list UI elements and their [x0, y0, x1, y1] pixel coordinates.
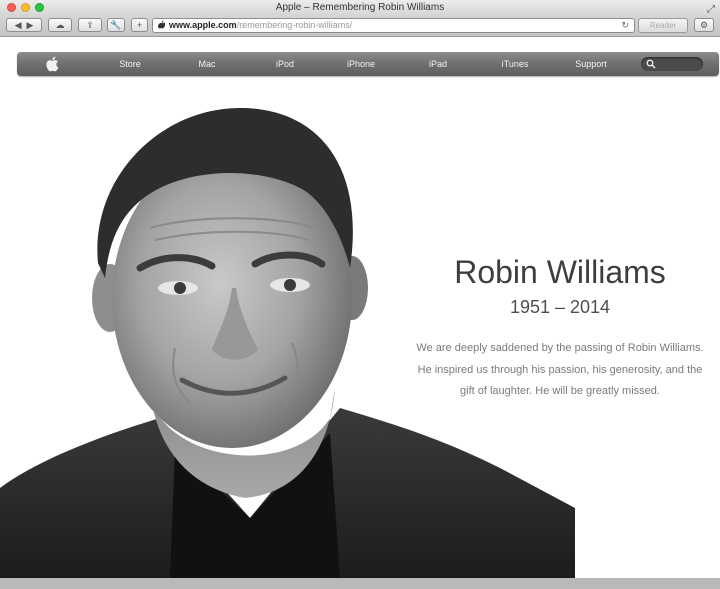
- close-window-button[interactable]: [7, 3, 16, 12]
- apple-global-nav: Store Mac iPod iPhone iPad iTunes Suppor…: [17, 52, 719, 76]
- gear-icon: ⚙: [699, 19, 709, 30]
- back-forward-buttons[interactable]: ◀ ▶: [6, 18, 42, 32]
- settings-button[interactable]: ⚙: [694, 18, 714, 32]
- page-footer-strip: [0, 578, 720, 589]
- zoom-window-button[interactable]: [35, 3, 44, 12]
- reload-icon[interactable]: ↻: [621, 19, 629, 32]
- cloud-icon: ☁: [55, 19, 65, 30]
- window-title: Apple – Remembering Robin Williams: [275, 2, 445, 13]
- search-icon: [646, 59, 656, 69]
- minimize-window-button[interactable]: [21, 3, 30, 12]
- nav-item-ipad[interactable]: iPad: [412, 52, 464, 76]
- icloud-tabs-button[interactable]: ☁: [48, 18, 72, 32]
- apple-favicon-icon: [157, 20, 168, 33]
- browser-toolbar: ◀ ▶ ☁ ⇪ 🔧 + www.apple.com/remembering-ro…: [0, 15, 720, 37]
- apple-logo-icon[interactable]: [45, 56, 59, 77]
- search-input[interactable]: [641, 57, 703, 71]
- wrench-icon: 🔧: [110, 19, 122, 30]
- nav-item-itunes[interactable]: iTunes: [489, 52, 541, 76]
- add-bookmark-button[interactable]: +: [131, 18, 148, 32]
- share-button[interactable]: ⇪: [78, 18, 102, 32]
- tribute-message: We are deeply saddened by the passing of…: [395, 338, 720, 403]
- person-name: Robin Williams: [454, 254, 666, 290]
- plus-icon: +: [136, 20, 143, 30]
- tribute-line: gift of laughter. He will be greatly mis…: [460, 385, 660, 397]
- window-titlebar: Apple – Remembering Robin Williams ⤢: [0, 0, 720, 15]
- tools-button[interactable]: 🔧: [107, 18, 125, 32]
- nav-item-ipod[interactable]: iPod: [259, 52, 311, 76]
- tribute-line: We are deeply saddened by the passing of…: [416, 342, 704, 354]
- share-icon: ⇪: [86, 19, 94, 30]
- nav-item-mac[interactable]: Mac: [181, 52, 233, 76]
- nav-item-store[interactable]: Store: [104, 52, 156, 76]
- back-icon[interactable]: ◀: [15, 20, 22, 31]
- nav-item-iphone[interactable]: iPhone: [335, 52, 387, 76]
- address-bar[interactable]: www.apple.com/remembering-robin-williams…: [152, 18, 635, 33]
- tribute-line: He inspired us through his passion, his …: [417, 363, 703, 376]
- url-text[interactable]: www.apple.com/remembering-robin-williams…: [169, 19, 352, 32]
- reader-button[interactable]: Reader: [638, 18, 688, 33]
- tribute-text-block: Robin Williams 1951 – 2014 We are deeply…: [395, 252, 720, 403]
- nav-item-support[interactable]: Support: [565, 52, 617, 76]
- life-years: 1951 – 2014: [509, 297, 611, 317]
- forward-icon[interactable]: ▶: [27, 20, 34, 31]
